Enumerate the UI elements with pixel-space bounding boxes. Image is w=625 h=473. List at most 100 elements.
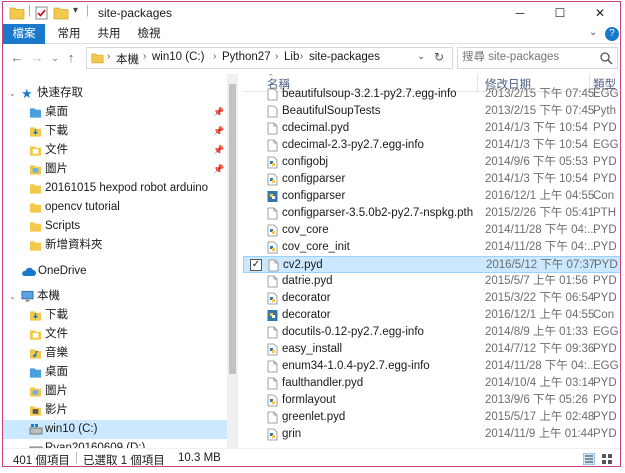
breadcrumb-drive[interactable]: win10 (C:)	[152, 51, 204, 63]
new-folder-icon[interactable]	[53, 6, 69, 20]
breadcrumb-site-packages[interactable]: site-packages	[309, 51, 380, 63]
file-date: 2014/11/28 下午 04:...	[485, 360, 597, 372]
breadcrumb-this-pc[interactable]: 本機	[116, 51, 139, 67]
table-row[interactable]: configparser 2016/12/1 上午 04:55 Con	[243, 188, 620, 205]
file-type: Pyth	[593, 105, 617, 117]
nav-this-pc[interactable]: ⌄ 本機	[3, 287, 227, 306]
nav-drive-d[interactable]: Ryan20160609 (D:)	[3, 439, 227, 448]
search-icon[interactable]	[599, 51, 613, 65]
table-row[interactable]: formlayout 2013/9/6 下午 05:26 PYD	[243, 392, 620, 409]
nav-downloads[interactable]: 下載 📌	[3, 122, 227, 141]
table-row[interactable]: enum34-1.0.4-py2.7.egg-info 2014/11/28 下午…	[243, 358, 620, 375]
table-row[interactable]: configparser 2014/1/3 下午 10:54 PYD	[243, 171, 620, 188]
table-row[interactable]: configparser-3.5.0b2-py2.7-nspkg.pth 2015…	[243, 205, 620, 222]
file-date: 2014/11/28 下午 04:...	[485, 241, 597, 253]
table-row[interactable]: ✓ cv2.pyd 2016/5/12 下午 07:37 PYD	[243, 256, 620, 273]
tab-home[interactable]: 常用	[51, 24, 87, 44]
customize-toolbar-icon[interactable]: ▾	[73, 5, 78, 16]
breadcrumb-python27[interactable]: Python27	[222, 51, 271, 63]
table-row[interactable]: cov_core 2014/11/28 下午 04:... PYD	[243, 222, 620, 239]
breadcrumb-lib[interactable]: Lib	[284, 51, 299, 63]
help-icon[interactable]: ?	[605, 27, 619, 41]
nav-drive-c[interactable]: win10 (C:)	[3, 420, 227, 439]
table-row[interactable]: grin 2014/11/9 上午 01:44 PYD	[243, 426, 620, 443]
nav-label: 下載	[45, 309, 68, 321]
nav-folder-opencv[interactable]: opencv tutorial	[3, 198, 227, 217]
up-arrow-icon[interactable]: ↑	[63, 49, 79, 67]
properties-icon[interactable]	[35, 6, 49, 20]
nav-folder-hexpod[interactable]: 20161015 hexpod robot arduino	[3, 179, 227, 198]
file-type: PYD	[593, 343, 617, 355]
address-bar[interactable]: › 本機 › win10 (C:) › Python27 › Lib › sit…	[86, 47, 453, 69]
nav-documents[interactable]: 文件 📌	[3, 141, 227, 160]
search-input[interactable]	[462, 51, 592, 63]
maximize-button[interactable]: ☐	[540, 2, 580, 24]
navpane-scrollbar[interactable]	[227, 74, 238, 448]
nav-pc-videos[interactable]: 影片	[3, 401, 227, 420]
nav-onedrive[interactable]: OneDrive	[3, 262, 227, 281]
pin-icon[interactable]: 📌	[213, 103, 224, 122]
breadcrumb-chevron-icon[interactable]: ›	[143, 51, 146, 62]
breadcrumb-chevron-icon[interactable]: ›	[213, 51, 216, 62]
pin-icon[interactable]: 📌	[213, 160, 224, 179]
expand-ribbon-icon[interactable]: ⌄	[589, 27, 597, 38]
table-row[interactable]: docutils-0.12-py2.7.egg-info 2014/8/9 上午 …	[243, 324, 620, 341]
folder-icon	[9, 7, 25, 20]
table-row[interactable]: cdecimal.pyd 2014/1/3 下午 10:54 PYD	[243, 120, 620, 137]
table-row[interactable]: easy_install 2014/7/12 下午 09:36 PYD	[243, 341, 620, 358]
large-icons-view-icon[interactable]	[601, 453, 613, 465]
nav-label: 快速存取	[37, 87, 83, 99]
tab-share[interactable]: 共用	[91, 24, 127, 44]
table-row[interactable]: beautifulsoup-3.2.1-py2.7.egg-info 2013/2…	[243, 86, 620, 103]
tab-file[interactable]: 檔案	[3, 24, 45, 44]
row-checkbox[interactable]: ✓	[250, 259, 262, 271]
refresh-icon[interactable]: ↻	[434, 50, 444, 64]
table-row[interactable]: decorator 2016/12/1 上午 04:55 Con	[243, 307, 620, 324]
pin-icon[interactable]: 📌	[213, 122, 224, 141]
back-arrow-icon[interactable]: ←	[9, 49, 25, 67]
chevron-down-icon[interactable]: ⌄	[9, 287, 16, 306]
close-button[interactable]: ✕	[580, 2, 620, 24]
file-type: PTH	[593, 207, 616, 219]
file-date: 2014/1/3 下午 10:54	[485, 173, 588, 185]
nav-folder-scripts[interactable]: Scripts	[3, 217, 227, 236]
table-row[interactable]: BeautifulSoupTests 2013/2/15 下午 07:45 Pyth	[243, 103, 620, 120]
forward-arrow-icon[interactable]: →	[29, 49, 45, 67]
selected-count: 已選取 1 個項目	[83, 455, 165, 467]
nav-pc-downloads[interactable]: 下載	[3, 306, 227, 325]
tab-view[interactable]: 檢視	[131, 24, 167, 44]
breadcrumb-chevron-icon[interactable]: ›	[300, 51, 303, 62]
scrollbar-thumb[interactable]	[229, 84, 236, 374]
minimize-button[interactable]: ─	[500, 2, 540, 24]
table-row[interactable]: cdecimal-2.3-py2.7.egg-info 2014/1/3 下午 1…	[243, 137, 620, 154]
file-file-icon	[267, 326, 278, 339]
nav-pc-music[interactable]: 音樂	[3, 344, 227, 363]
nav-folder-new[interactable]: 新增資料夾	[3, 236, 227, 255]
table-row[interactable]: datrie.pyd 2015/5/7 上午 01:56 PYD	[243, 273, 620, 290]
nav-pc-desktop[interactable]: 桌面	[3, 363, 227, 382]
breadcrumb-chevron-icon[interactable]: ›	[107, 51, 110, 62]
nav-pc-pictures[interactable]: 圖片	[3, 382, 227, 401]
table-row[interactable]: decorator 2015/3/22 下午 06:54 PYD	[243, 290, 620, 307]
breadcrumb-chevron-icon[interactable]: ›	[275, 51, 278, 62]
table-row[interactable]: faulthandler.pyd 2014/10/4 上午 03:14 PYD	[243, 375, 620, 392]
file-date: 2016/5/12 下午 07:37	[486, 259, 596, 271]
file-type: PYD	[593, 377, 617, 389]
nav-label: 圖片	[45, 385, 68, 397]
chevron-down-icon[interactable]: ⌄	[9, 84, 16, 103]
search-box[interactable]	[457, 47, 618, 69]
recent-locations-icon[interactable]: ⌄	[47, 49, 63, 67]
table-row[interactable]: cov_core_init 2014/11/28 下午 04:... PYD	[243, 239, 620, 256]
table-row[interactable]: greenlet.pyd 2015/5/17 上午 02:48 PYD	[243, 409, 620, 426]
nav-pictures[interactable]: 圖片 📌	[3, 160, 227, 179]
computer-icon	[21, 290, 34, 302]
file-date: 2014/10/4 上午 03:14	[485, 377, 595, 389]
nav-quick-access[interactable]: ⌄ ★ 快速存取	[3, 84, 227, 103]
address-dropdown-icon[interactable]: ⌄	[417, 51, 425, 62]
nav-desktop[interactable]: 桌面 📌	[3, 103, 227, 122]
pin-icon[interactable]: 📌	[213, 141, 224, 160]
nav-pc-documents[interactable]: 文件	[3, 325, 227, 344]
details-view-icon[interactable]	[583, 453, 595, 465]
table-row[interactable]: configobj 2014/9/6 下午 05:53 PYD	[243, 154, 620, 171]
title-separator: |	[28, 5, 31, 17]
